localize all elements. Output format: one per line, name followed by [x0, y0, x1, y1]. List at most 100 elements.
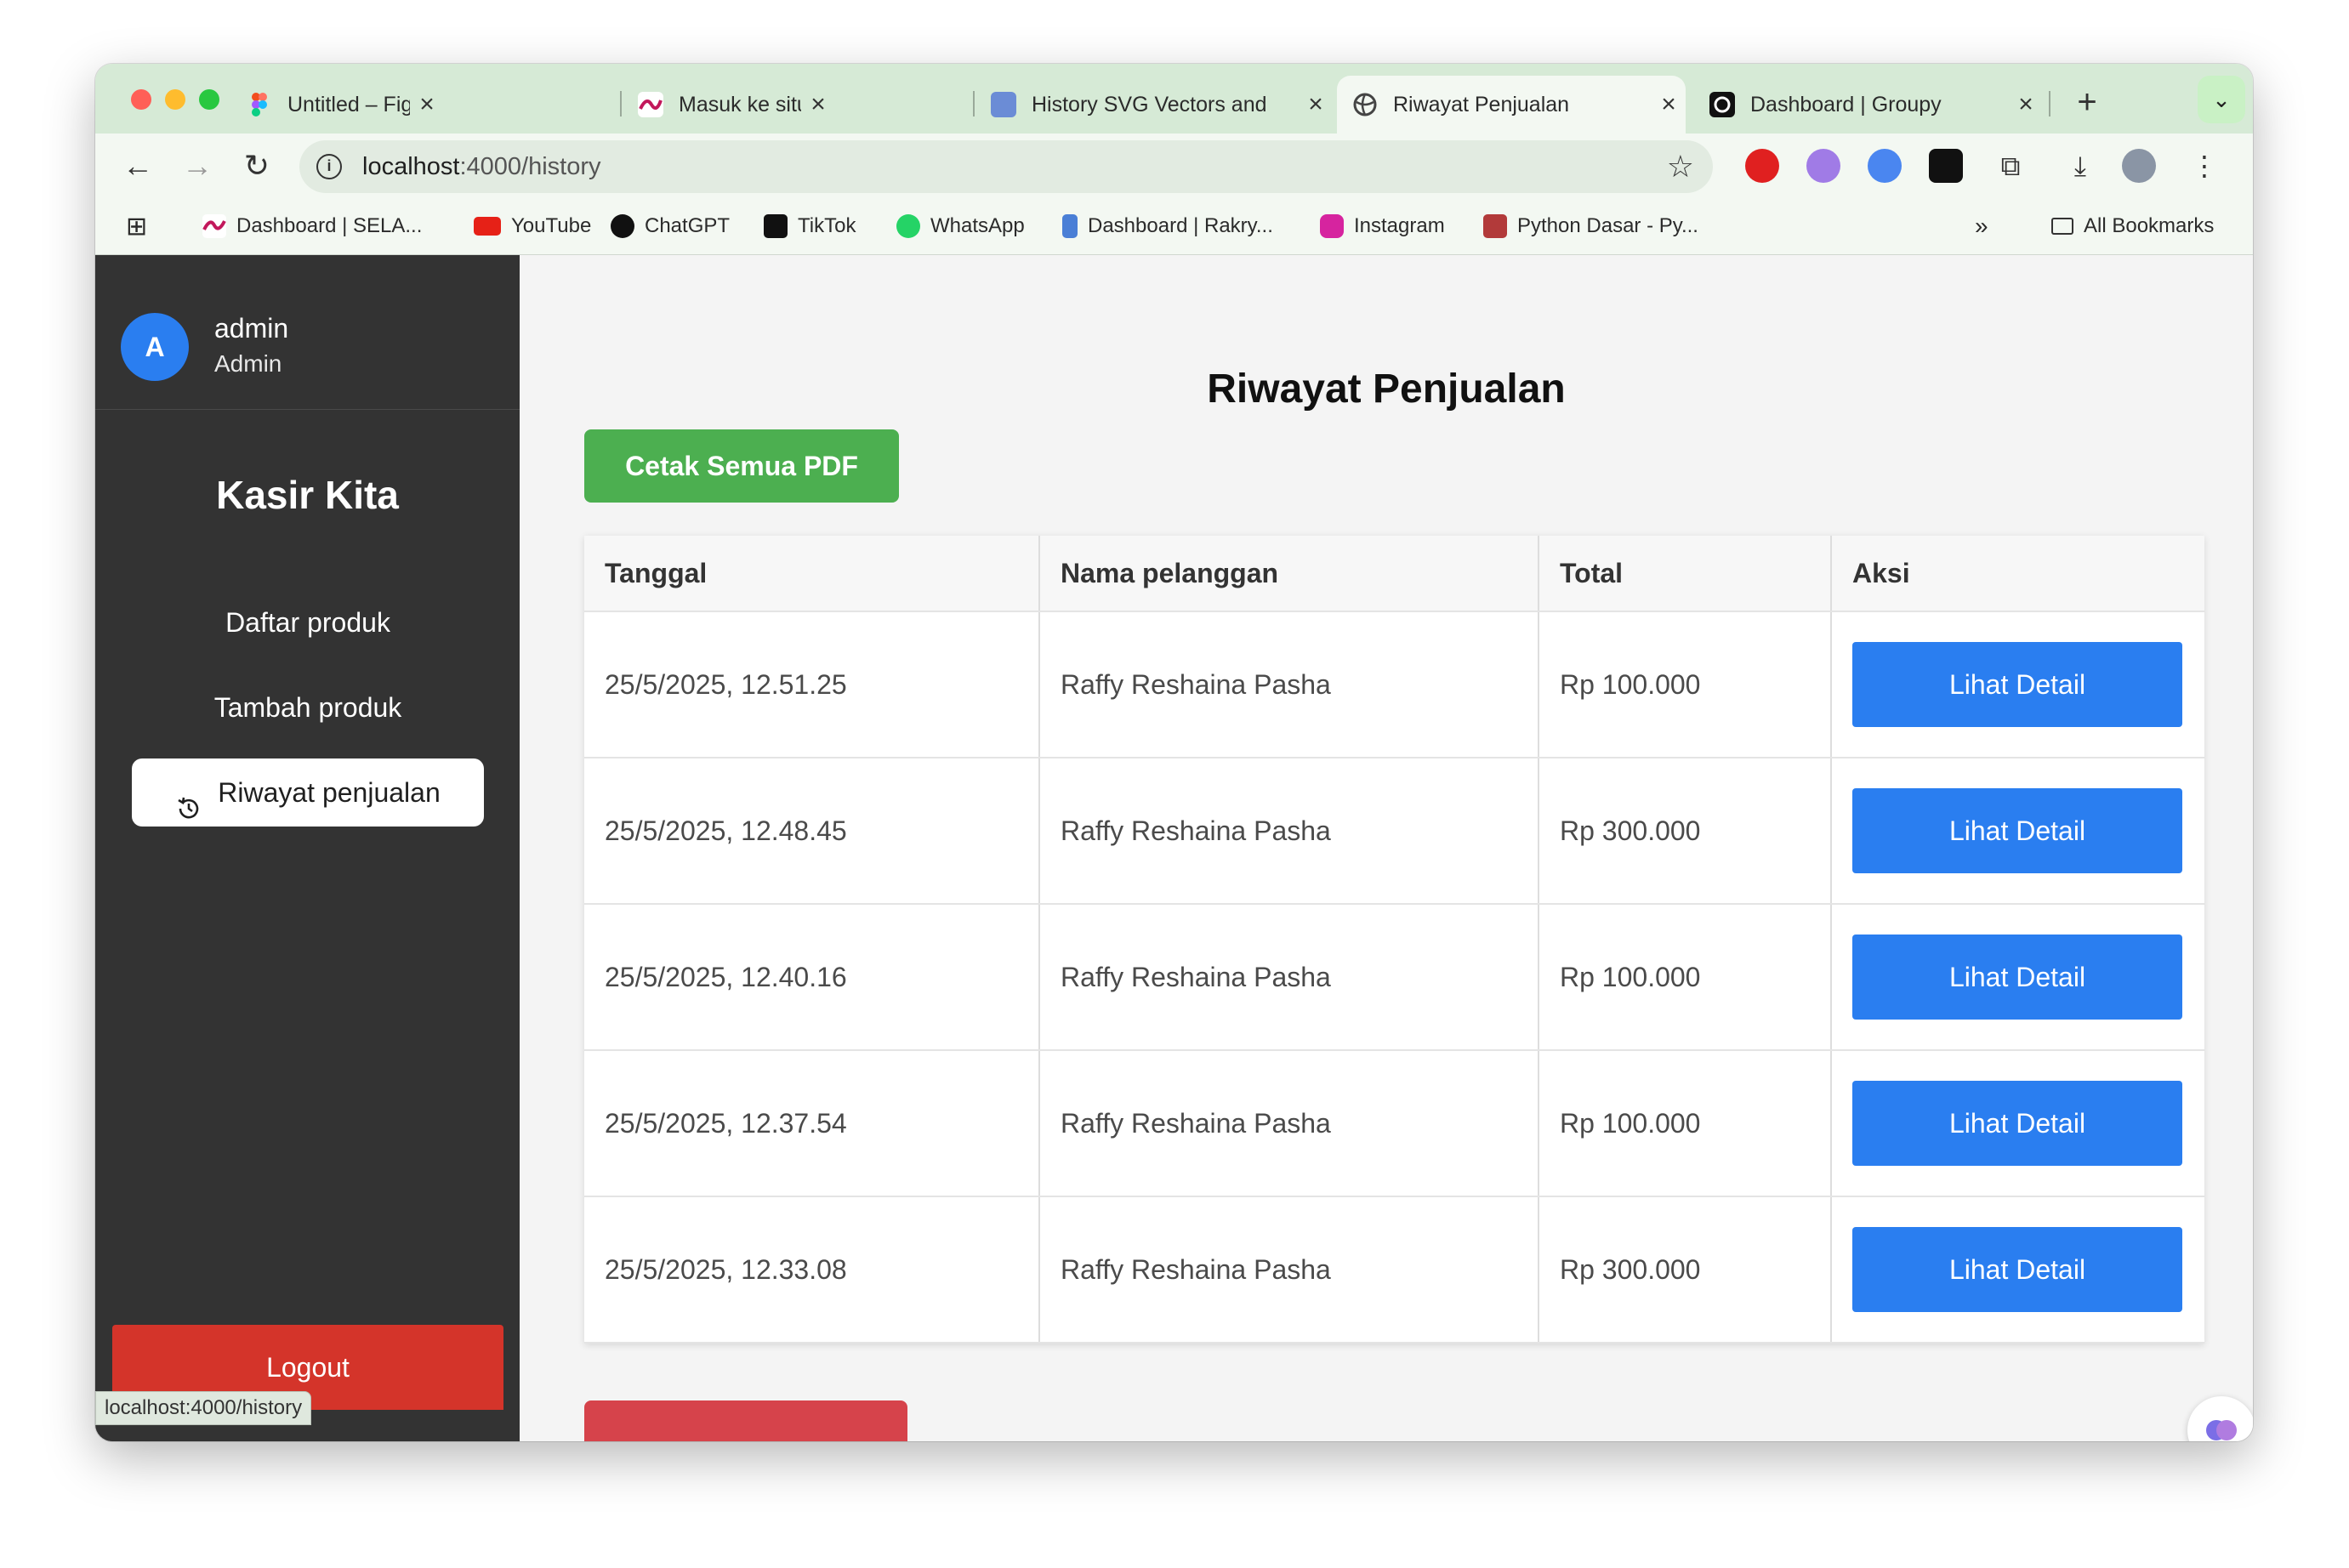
- repo-icon: [991, 92, 1016, 117]
- app-brand: Kasir Kita: [216, 473, 399, 517]
- customer-cell: Raffy Reshaina Pasha: [1039, 904, 1539, 1051]
- tab-selapak[interactable]: Masuk ke situs | SeLAPAK ×: [623, 76, 835, 134]
- tab-title: Untitled – Figma: [287, 92, 410, 116]
- total-cell: Rp 100.000: [1539, 1050, 1832, 1197]
- forward-button[interactable]: →: [177, 145, 218, 186]
- avatar: A: [121, 313, 189, 381]
- date-cell: 25/5/2025, 12.33.08: [584, 1196, 1040, 1344]
- bookmark-chatgpt[interactable]: ChatGPT: [611, 198, 730, 254]
- date-cell: 25/5/2025, 12.37.54: [584, 1050, 1040, 1197]
- profile-avatar[interactable]: [2122, 149, 2156, 183]
- minimize-window-button[interactable]: [165, 89, 185, 110]
- partially-visible-red-button[interactable]: [584, 1400, 907, 1441]
- bookmark-label: Dashboard | SELA...: [236, 214, 423, 237]
- total-cell: Rp 100.000: [1539, 611, 1832, 758]
- tab-title: History SVG Vectors and: [1032, 92, 1267, 116]
- bookmark-star-icon[interactable]: ☆: [1667, 149, 1694, 185]
- tab-search-button[interactable]: ⌄: [2198, 76, 2245, 123]
- table-row: 25/5/2025, 12.51.25 Raffy Reshaina Pasha…: [584, 611, 2204, 758]
- action-cell: Lihat Detail: [1831, 1050, 2204, 1197]
- column-header: Total: [1539, 536, 1832, 612]
- main-content: Riwayat Penjualan Cetak Semua PDF Tangga…: [520, 255, 2253, 1441]
- tab-title: Riwayat Penjualan: [1393, 92, 1570, 116]
- nav-tambah-produk[interactable]: Tambah produk: [132, 673, 484, 741]
- youtube-icon: [474, 217, 501, 236]
- folder-icon: [2051, 218, 2073, 235]
- table-row: 25/5/2025, 12.48.45 Raffy Reshaina Pasha…: [584, 758, 2204, 905]
- bookmark-tiktok[interactable]: TikTok: [764, 198, 856, 254]
- view-detail-button[interactable]: Lihat Detail: [1852, 1081, 2182, 1166]
- site-info-icon[interactable]: i: [316, 154, 342, 179]
- tab-figma[interactable]: Untitled – Figma ×: [231, 76, 444, 134]
- sales-history-table: Tanggal Nama pelanggan Total Aksi 25/5/2…: [584, 536, 2204, 1344]
- tab-history-svg[interactable]: History SVG Vectors and ×: [975, 76, 1333, 134]
- date-cell: 25/5/2025, 12.40.16: [584, 904, 1040, 1051]
- brain-extension-icon[interactable]: [1806, 149, 1840, 183]
- table-row: 25/5/2025, 12.40.16 Raffy Reshaina Pasha…: [584, 904, 2204, 1051]
- selapak-icon: [638, 92, 663, 117]
- print-all-pdf-button[interactable]: Cetak Semua PDF: [584, 429, 899, 503]
- close-tab-icon[interactable]: ×: [410, 90, 444, 119]
- action-cell: Lihat Detail: [1831, 611, 2204, 758]
- more-bookmarks-icon[interactable]: »: [1975, 198, 1988, 254]
- view-detail-button[interactable]: Lihat Detail: [1852, 788, 2182, 873]
- all-bookmarks-folder[interactable]: All Bookmarks: [2051, 198, 2214, 254]
- view-detail-button[interactable]: Lihat Detail: [1852, 1227, 2182, 1312]
- action-cell: Lihat Detail: [1831, 758, 2204, 905]
- bookmark-label: Instagram: [1354, 214, 1445, 237]
- python-icon: [1483, 214, 1507, 238]
- rakry-icon: [1062, 214, 1078, 238]
- figma-icon: [247, 92, 272, 117]
- reload-button[interactable]: ↻: [236, 145, 277, 186]
- bookmark-label: YouTube: [511, 214, 592, 237]
- nav-riwayat-penjualan[interactable]: Riwayat penjualan: [132, 758, 484, 827]
- groupy-extension-icon[interactable]: [1929, 149, 1963, 183]
- address-bar[interactable]: i localhost:4000/history ☆: [299, 140, 1713, 193]
- adblock-extension-icon[interactable]: [1745, 149, 1779, 183]
- table-row: 25/5/2025, 12.37.54 Raffy Reshaina Pasha…: [584, 1050, 2204, 1197]
- maximize-window-button[interactable]: [199, 89, 219, 110]
- tab-separator: [973, 91, 975, 116]
- whatsapp-icon: [896, 214, 920, 238]
- tab-title: Dashboard | Groupy: [1750, 92, 1942, 116]
- total-cell: Rp 100.000: [1539, 904, 1832, 1051]
- column-header: Aksi: [1831, 536, 2204, 612]
- translate-extension-icon[interactable]: [1868, 149, 1902, 183]
- bookmark-instagram[interactable]: Instagram: [1320, 198, 1445, 254]
- customer-cell: Raffy Reshaina Pasha: [1039, 1196, 1539, 1344]
- nav-daftar-produk[interactable]: Daftar produk: [132, 588, 484, 656]
- tab-riwayat-penjualan[interactable]: Riwayat Penjualan ×: [1337, 76, 1686, 134]
- bookmark-whatsapp[interactable]: WhatsApp: [896, 198, 1025, 254]
- table-row: 25/5/2025, 12.33.08 Raffy Reshaina Pasha…: [584, 1196, 2204, 1344]
- view-detail-button[interactable]: Lihat Detail: [1852, 935, 2182, 1020]
- close-tab-icon[interactable]: ×: [1299, 90, 1333, 119]
- bookmark-label: WhatsApp: [930, 214, 1025, 237]
- download-icon[interactable]: ⤓: [2060, 145, 2101, 186]
- all-bookmarks-label: All Bookmarks: [2084, 214, 2215, 237]
- column-header: Nama pelanggan: [1039, 536, 1539, 612]
- tab-strip: Untitled – Figma × Masuk ke situs | SeLA…: [95, 64, 2253, 134]
- bookmarks-bar: ⊞ Dashboard | SELA... YouTube ChatGPT Ti…: [95, 198, 2253, 255]
- total-cell: Rp 300.000: [1539, 758, 1832, 905]
- extensions-puzzle-icon[interactable]: ⧉: [1990, 145, 2031, 186]
- apps-grid-icon[interactable]: ⊞: [126, 198, 147, 254]
- tab-groupy[interactable]: Dashboard | Groupy ×: [1694, 76, 2043, 134]
- history-icon: [175, 779, 202, 818]
- close-tab-icon[interactable]: ×: [1652, 90, 1686, 119]
- close-tab-icon[interactable]: ×: [801, 90, 835, 119]
- bookmark-dashboard-selapak[interactable]: Dashboard | SELA...: [202, 198, 422, 254]
- browser-menu-icon[interactable]: ⋮: [2184, 145, 2225, 186]
- view-detail-button[interactable]: Lihat Detail: [1852, 642, 2182, 727]
- bookmark-dashboard-rakry[interactable]: Dashboard | Rakry...: [1062, 198, 1273, 254]
- back-button[interactable]: ←: [117, 145, 158, 186]
- new-tab-button[interactable]: +: [2066, 81, 2108, 123]
- nav-label: Tambah produk: [213, 692, 402, 723]
- close-window-button[interactable]: [131, 89, 151, 110]
- instagram-icon: [1320, 214, 1344, 238]
- brain-assistant-icon[interactable]: [2187, 1396, 2253, 1441]
- action-cell: Lihat Detail: [1831, 904, 2204, 1051]
- sidebar: A admin Admin Kasir Kita Daftar produk T…: [95, 255, 520, 1441]
- bookmark-python-dasar[interactable]: Python Dasar - Py...: [1483, 198, 1698, 254]
- bookmark-youtube[interactable]: YouTube: [474, 198, 591, 254]
- close-tab-icon[interactable]: ×: [2009, 90, 2043, 119]
